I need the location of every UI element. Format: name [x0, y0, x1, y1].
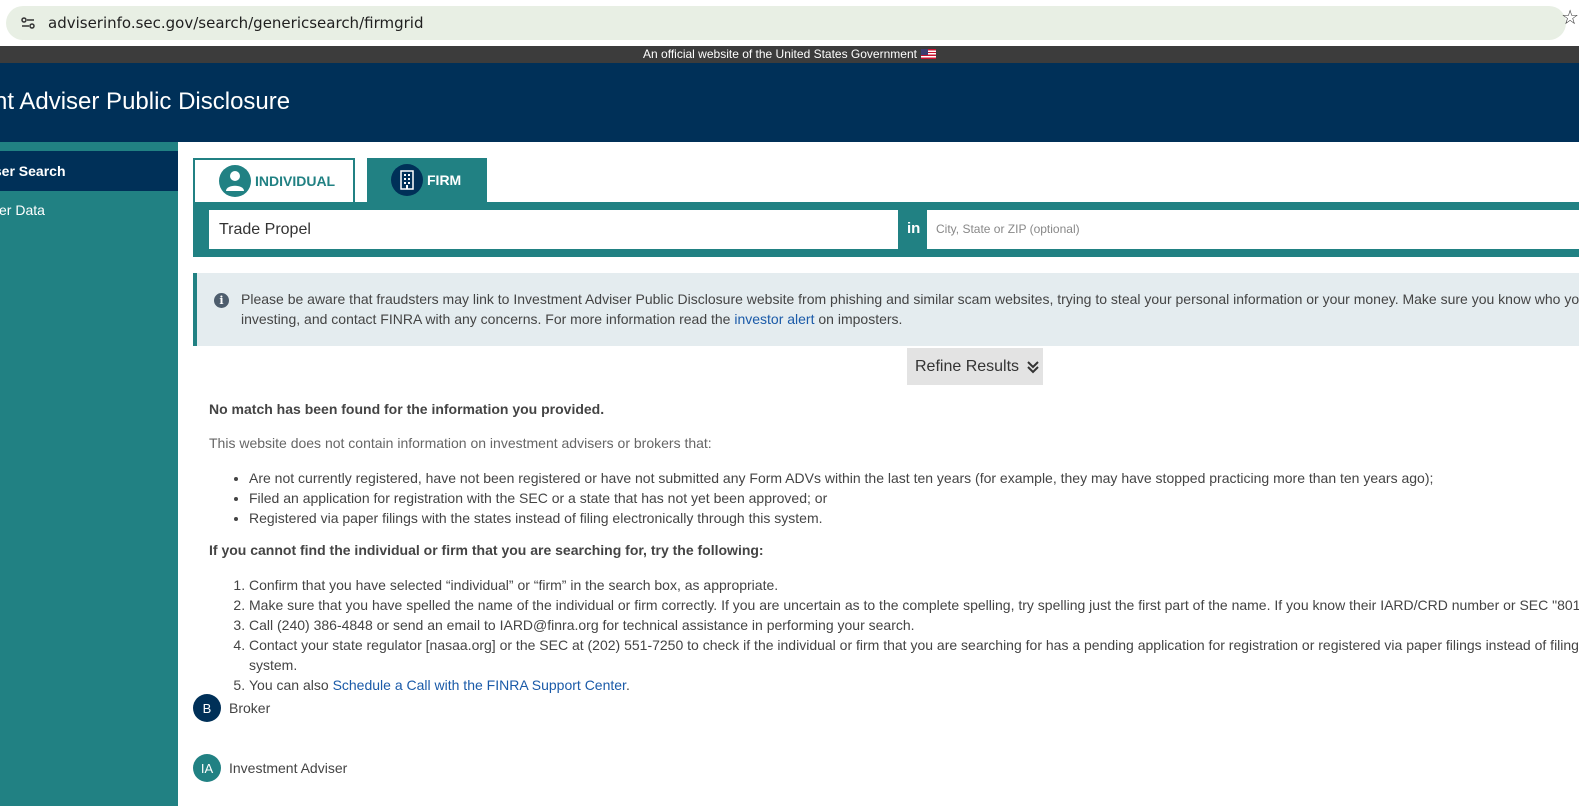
bookmark-star-icon[interactable]: ☆ [1561, 5, 1579, 30]
broker-badge: B [193, 694, 221, 722]
investor-alert-link[interactable]: investor alert [734, 311, 814, 327]
reasons-list: Are not currently registered, have not b… [209, 468, 1433, 528]
schedule-call-link[interactable]: Schedule a Call with the FINRA Support C… [333, 677, 626, 693]
legend-broker: B Broker [193, 694, 270, 722]
list-item: Make sure that you have spelled the name… [249, 595, 1579, 615]
search-bar: Trade Propel in City, State or ZIP (opti… [193, 202, 1579, 257]
site-settings-icon[interactable] [20, 15, 36, 31]
fraud-alert: i Please be aware that fraudsters may li… [193, 273, 1579, 346]
gov-banner-text: An official website of the United States… [643, 47, 917, 61]
refine-results-label: Refine Results [915, 357, 1020, 375]
investment-adviser-badge: IA [193, 754, 221, 782]
double-chevron-down-icon [1027, 360, 1039, 373]
try-following-heading: If you cannot find the individual or fir… [209, 542, 764, 558]
tab-individual[interactable]: INDIVIDUAL [193, 158, 355, 202]
sidebar-item-search[interactable]: iser Search [0, 151, 178, 191]
step-4-continuation: system. [249, 657, 298, 673]
search-in-label: in [907, 220, 921, 237]
page-title[interactable]: nt Adviser Public Disclosure [0, 88, 290, 116]
alert-line-2-post: on imposters. [814, 311, 903, 327]
gov-banner: An official website of the United States… [0, 46, 1579, 63]
alert-text: Please be aware that fraudsters may link… [241, 289, 1579, 329]
steps-list: Confirm that you have selected “individu… [209, 575, 1579, 695]
tab-label: INDIVIDUAL [255, 173, 336, 189]
info-icon: i [214, 293, 229, 308]
tab-firm[interactable]: FIRM [367, 158, 487, 202]
legend-investment-adviser: IA Investment Adviser [193, 754, 347, 782]
site-header: nt Adviser Public Disclosure [0, 63, 1579, 142]
browser-toolbar: adviserinfo.sec.gov/search/genericsearch… [0, 0, 1579, 46]
list-item: Contact your state regulator [nasaa.org]… [249, 635, 1579, 675]
list-item: Confirm that you have selected “individu… [249, 575, 1579, 595]
step-5-post: . [625, 677, 630, 693]
step-4-text: Contact your state regulator [nasaa.org]… [249, 637, 1579, 653]
search-input[interactable]: Trade Propel [209, 210, 898, 249]
list-item: Filed an application for registration wi… [249, 488, 1433, 508]
step-5-pre: You can also [249, 677, 333, 693]
sidebar-item-label: iser Search [0, 163, 66, 179]
sidebar-item-data[interactable]: ser Data [0, 200, 178, 222]
list-item: Are not currently registered, have not b… [249, 468, 1433, 488]
list-item: Call (240) 386-4848 or send an email to … [249, 615, 1579, 635]
refine-results-button[interactable]: Refine Results [907, 348, 1043, 385]
url-text[interactable]: adviserinfo.sec.gov/search/genericsearch… [48, 14, 423, 32]
sidebar-item-label: ser Data [0, 202, 45, 218]
sidebar: iser Search ser Data [0, 142, 178, 806]
list-item: Registered via paper filings with the st… [249, 508, 1433, 528]
alert-line-2-pre: investing, and contact FINRA with any co… [241, 311, 735, 327]
us-flag-icon [920, 49, 936, 59]
legend-label: Investment Adviser [229, 760, 348, 776]
no-match-message: No match has been found for the informat… [209, 401, 605, 417]
building-icon [391, 164, 423, 196]
legend-label: Broker [229, 700, 271, 716]
tab-label: FIRM [427, 172, 462, 188]
location-input[interactable]: City, State or ZIP (optional) [927, 210, 1579, 249]
alert-line-1: Please be aware that fraudsters may link… [241, 291, 1579, 307]
list-item: You can also Schedule a Call with the FI… [249, 675, 1579, 695]
person-icon [219, 165, 251, 197]
disclaimer-text: This website does not contain informatio… [209, 435, 712, 451]
address-bar[interactable]: adviserinfo.sec.gov/search/genericsearch… [6, 6, 1566, 40]
